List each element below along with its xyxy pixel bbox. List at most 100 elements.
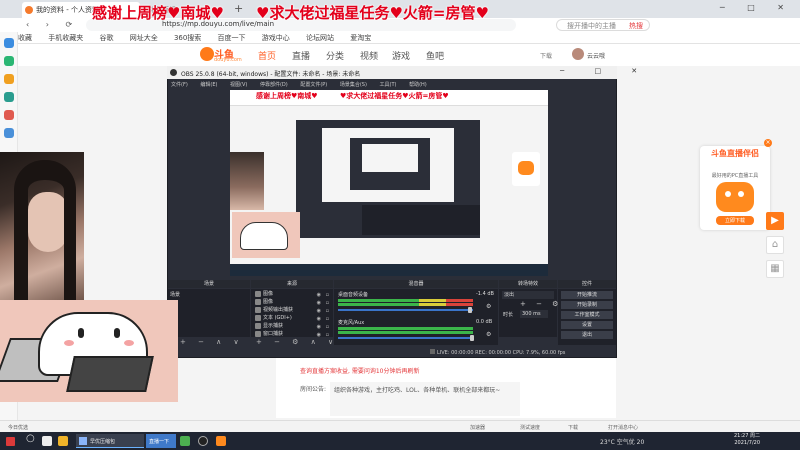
ad-close-icon[interactable]: × xyxy=(764,139,772,147)
nav-live[interactable]: 直播 xyxy=(292,49,310,62)
statusbar-item[interactable]: 下载 xyxy=(568,424,578,431)
obs-menu-item[interactable]: 文件(F) xyxy=(171,82,188,88)
qrcode-icon[interactable]: ▦ xyxy=(766,260,784,278)
obs-menu-item[interactable]: 停靠部件(D) xyxy=(260,82,288,88)
source-label: 图像 xyxy=(263,291,274,297)
dock-mixer-title: 混音器 xyxy=(334,280,498,288)
mixer-channel-name: 麦克风/Aux xyxy=(338,320,365,326)
start-streaming-button[interactable]: 开始推流 xyxy=(561,291,613,299)
taskbar-search-icon[interactable]: ○ xyxy=(26,433,35,444)
exit-button[interactable]: 退出 xyxy=(561,331,613,339)
task-view-icon[interactable] xyxy=(42,436,52,446)
start-icon[interactable] xyxy=(6,437,15,446)
bookmark-item[interactable]: 游戏中心 xyxy=(262,34,290,42)
bookmark-item[interactable]: 百度一下 xyxy=(218,34,246,42)
logo-subtext: douyu.com xyxy=(214,57,242,63)
bookmark-item[interactable]: 网址大全 xyxy=(130,34,158,42)
nav-fishbar[interactable]: 鱼吧 xyxy=(426,49,444,62)
douyu-favicon-icon xyxy=(25,6,33,14)
source-row[interactable]: 显示捕获 ◉ ▫ xyxy=(253,322,331,330)
sidebar-game-icon[interactable] xyxy=(4,74,14,84)
obs-menu-item[interactable]: 场景集合(S) xyxy=(340,82,367,88)
mixer-settings-icon[interactable]: ⚙ xyxy=(486,303,491,310)
start-recording-button[interactable]: 开始录制 xyxy=(561,301,613,309)
system-tray[interactable]: 23°C 空气优 20 xyxy=(600,437,644,446)
sidebar-add-icon[interactable] xyxy=(4,56,14,66)
sidebar-video-icon[interactable] xyxy=(4,110,14,120)
display-source-icon xyxy=(255,323,261,329)
preview-banner-left: 感谢上周榜♥南城♥ xyxy=(256,92,318,100)
taskbar-app-archive[interactable]: 早优压缩包 xyxy=(76,434,144,448)
source-row[interactable]: 视频输出捕获 ◉ ▫ xyxy=(253,306,331,314)
sidebar-cloud-icon[interactable] xyxy=(4,128,14,138)
cat-blush xyxy=(64,340,74,346)
mixer-volume-knob[interactable] xyxy=(468,307,472,313)
statusbar-item[interactable]: 测试速度 xyxy=(520,424,540,431)
taskbar-app-icon[interactable] xyxy=(180,436,190,446)
scenes-toolbar[interactable]: + − ∧ ∨ xyxy=(180,338,244,346)
sources-toolbar[interactable]: + − ⚙ ∧ ∨ xyxy=(256,338,338,346)
obs-menu-item[interactable]: 编辑(E) xyxy=(200,82,217,88)
new-tab-button[interactable]: + xyxy=(234,2,243,15)
obs-window-controls[interactable]: ─ □ ✕ xyxy=(560,67,651,75)
statusbar-left-label[interactable]: 今日优选 xyxy=(8,425,28,431)
play-icon[interactable]: ▶ xyxy=(766,212,784,230)
mixer-volume-slider[interactable] xyxy=(338,309,473,311)
browser-search-input[interactable]: 搜开播中的主播 热搜 xyxy=(556,19,650,31)
user-avatar[interactable] xyxy=(572,48,584,60)
statusbar-item[interactable]: 加速器 xyxy=(470,424,485,431)
obs-menu-item[interactable]: 配置文件(P) xyxy=(300,82,327,88)
obs-menu-item[interactable]: 帮助(H) xyxy=(409,82,427,88)
source-row[interactable]: 文本 (GDI+) ◉ ▫ xyxy=(253,314,331,322)
nav-home[interactable]: 首页 xyxy=(258,49,276,62)
file-explorer-icon[interactable] xyxy=(58,436,68,446)
transition-toolbar[interactable]: + − ⚙ xyxy=(520,300,562,308)
settings-button[interactable]: 设置 xyxy=(561,321,613,329)
ad-download-button[interactable]: 立即下载 xyxy=(716,216,754,225)
duration-input[interactable]: 300 ms xyxy=(520,310,548,318)
source-label: 文本 (GDI+) xyxy=(263,315,292,321)
bookmark-item[interactable]: 手机收藏夹 xyxy=(48,34,83,42)
home-icon[interactable]: ⌂ xyxy=(766,236,784,254)
source-row[interactable]: 图像 ◉ ▫ xyxy=(253,290,331,298)
source-row[interactable]: 窗口捕获 ◉ ▫ xyxy=(253,330,331,338)
scene-item[interactable]: 场景 xyxy=(170,291,248,298)
obs-taskbar-icon[interactable] xyxy=(198,436,208,446)
browser-window-controls[interactable]: ─ □ ✕ xyxy=(720,3,794,12)
preview-mascot-icon xyxy=(518,161,534,175)
mixer-volume-knob[interactable] xyxy=(470,335,474,341)
taskbar-clock[interactable]: 21:27 周二 2021/7/20 xyxy=(734,433,760,447)
bookmark-item[interactable]: 论坛网站 xyxy=(306,34,334,42)
room-notice-text[interactable]: 组织各种游戏，主打吃鸡、LOL、各种单机、联机全部来都玩~ xyxy=(330,382,520,416)
preview-cat-overlay xyxy=(232,212,300,258)
studio-mode-button[interactable]: 工作室模式 xyxy=(561,311,613,319)
header-username[interactable]: 云云哦 xyxy=(587,51,605,60)
mixer-level-meter xyxy=(338,303,473,306)
nav-video[interactable]: 视频 xyxy=(360,49,378,62)
mixer-channel-name: 桌面音频设备 xyxy=(338,292,369,298)
statusbar-item[interactable]: 打开消息中心 xyxy=(608,424,638,431)
search-hot-label: 热搜 xyxy=(629,22,643,30)
douyu-logo[interactable]: 斗鱼 douyu.com xyxy=(200,46,242,64)
bookmark-item[interactable]: 360搜索 xyxy=(174,34,201,42)
header-download-link[interactable]: 下载 xyxy=(540,51,552,60)
nav-category[interactable]: 分类 xyxy=(326,49,344,62)
bookmark-item[interactable]: 谷歌 xyxy=(99,34,113,42)
sidebar-mail-icon[interactable] xyxy=(4,92,14,102)
scenes-list[interactable]: 场景 xyxy=(168,289,250,337)
obs-menu-item[interactable]: 工具(T) xyxy=(380,82,397,88)
douyu-taskbar-icon[interactable] xyxy=(216,436,226,446)
bookmark-item[interactable]: 爱淘宝 xyxy=(350,34,371,42)
mixer-level-meter xyxy=(338,299,473,302)
obs-menu-item[interactable]: 视图(V) xyxy=(230,82,247,88)
nav-game[interactable]: 游戏 xyxy=(392,49,410,62)
mixer-settings-icon[interactable]: ⚙ xyxy=(486,331,491,338)
taskbar-app-live[interactable]: 直播一下 xyxy=(146,434,176,448)
overlay-banner-right: ♥求大佬过福星任务♥火箭=房管♥ xyxy=(256,4,489,22)
transition-select[interactable]: 淡出 xyxy=(502,291,554,299)
bookmark-item[interactable]: 收藏 xyxy=(18,34,32,42)
sidebar-browser-icon[interactable] xyxy=(4,38,14,48)
bookmarks-bar: 收藏 手机收藏夹 谷歌 网址大全 360搜索 百度一下 游戏中心 论坛网站 爱淘… xyxy=(18,32,800,44)
mixer-volume-slider[interactable] xyxy=(338,337,473,339)
source-row[interactable]: 图像 ◉ ▫ xyxy=(253,298,331,306)
